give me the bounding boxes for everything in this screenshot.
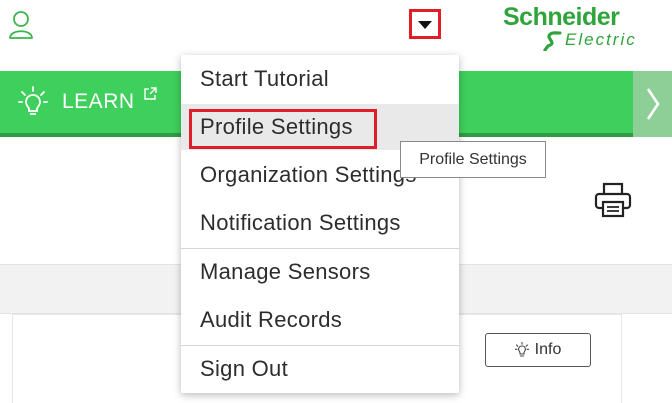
menu-item-audit-records[interactable]: Audit Records: [181, 297, 459, 343]
user-icon[interactable]: [8, 10, 34, 40]
learn-label: LEARN: [62, 90, 135, 113]
nav-next-button[interactable]: [633, 71, 672, 137]
schneider-electric-logo: Schneider Electric: [503, 3, 653, 51]
lightbulb-icon: [514, 342, 529, 357]
menu-item-manage-sensors[interactable]: Manage Sensors: [181, 249, 459, 295]
menu-item-start-tutorial[interactable]: Start Tutorial: [181, 56, 459, 102]
external-link-icon: [143, 87, 157, 100]
selection-highlight-box: [189, 109, 377, 149]
learn-link[interactable]: LEARN: [18, 82, 157, 122]
caret-down-icon: [418, 21, 432, 29]
logo-text-bottom: Electric: [565, 30, 637, 49]
info-button[interactable]: Info: [485, 333, 591, 367]
chevron-right-icon: [646, 88, 660, 120]
app-window: Schneider Electric LEARN Info Start Tuto…: [0, 0, 672, 403]
logo-mark-icon: [543, 31, 562, 51]
menu-item-sign-out[interactable]: Sign Out: [181, 346, 459, 392]
tooltip: Profile Settings: [400, 141, 546, 178]
logo-text-top: Schneider: [503, 3, 620, 31]
lightbulb-icon: [18, 86, 48, 115]
user-menu-toggle-button[interactable]: [409, 9, 441, 39]
user-menu-dropdown: Start Tutorial Profile Settings Organiza…: [181, 55, 459, 393]
menu-item-notification-settings[interactable]: Notification Settings: [181, 200, 459, 246]
info-button-label: Info: [534, 341, 562, 358]
printer-icon[interactable]: [594, 182, 632, 218]
